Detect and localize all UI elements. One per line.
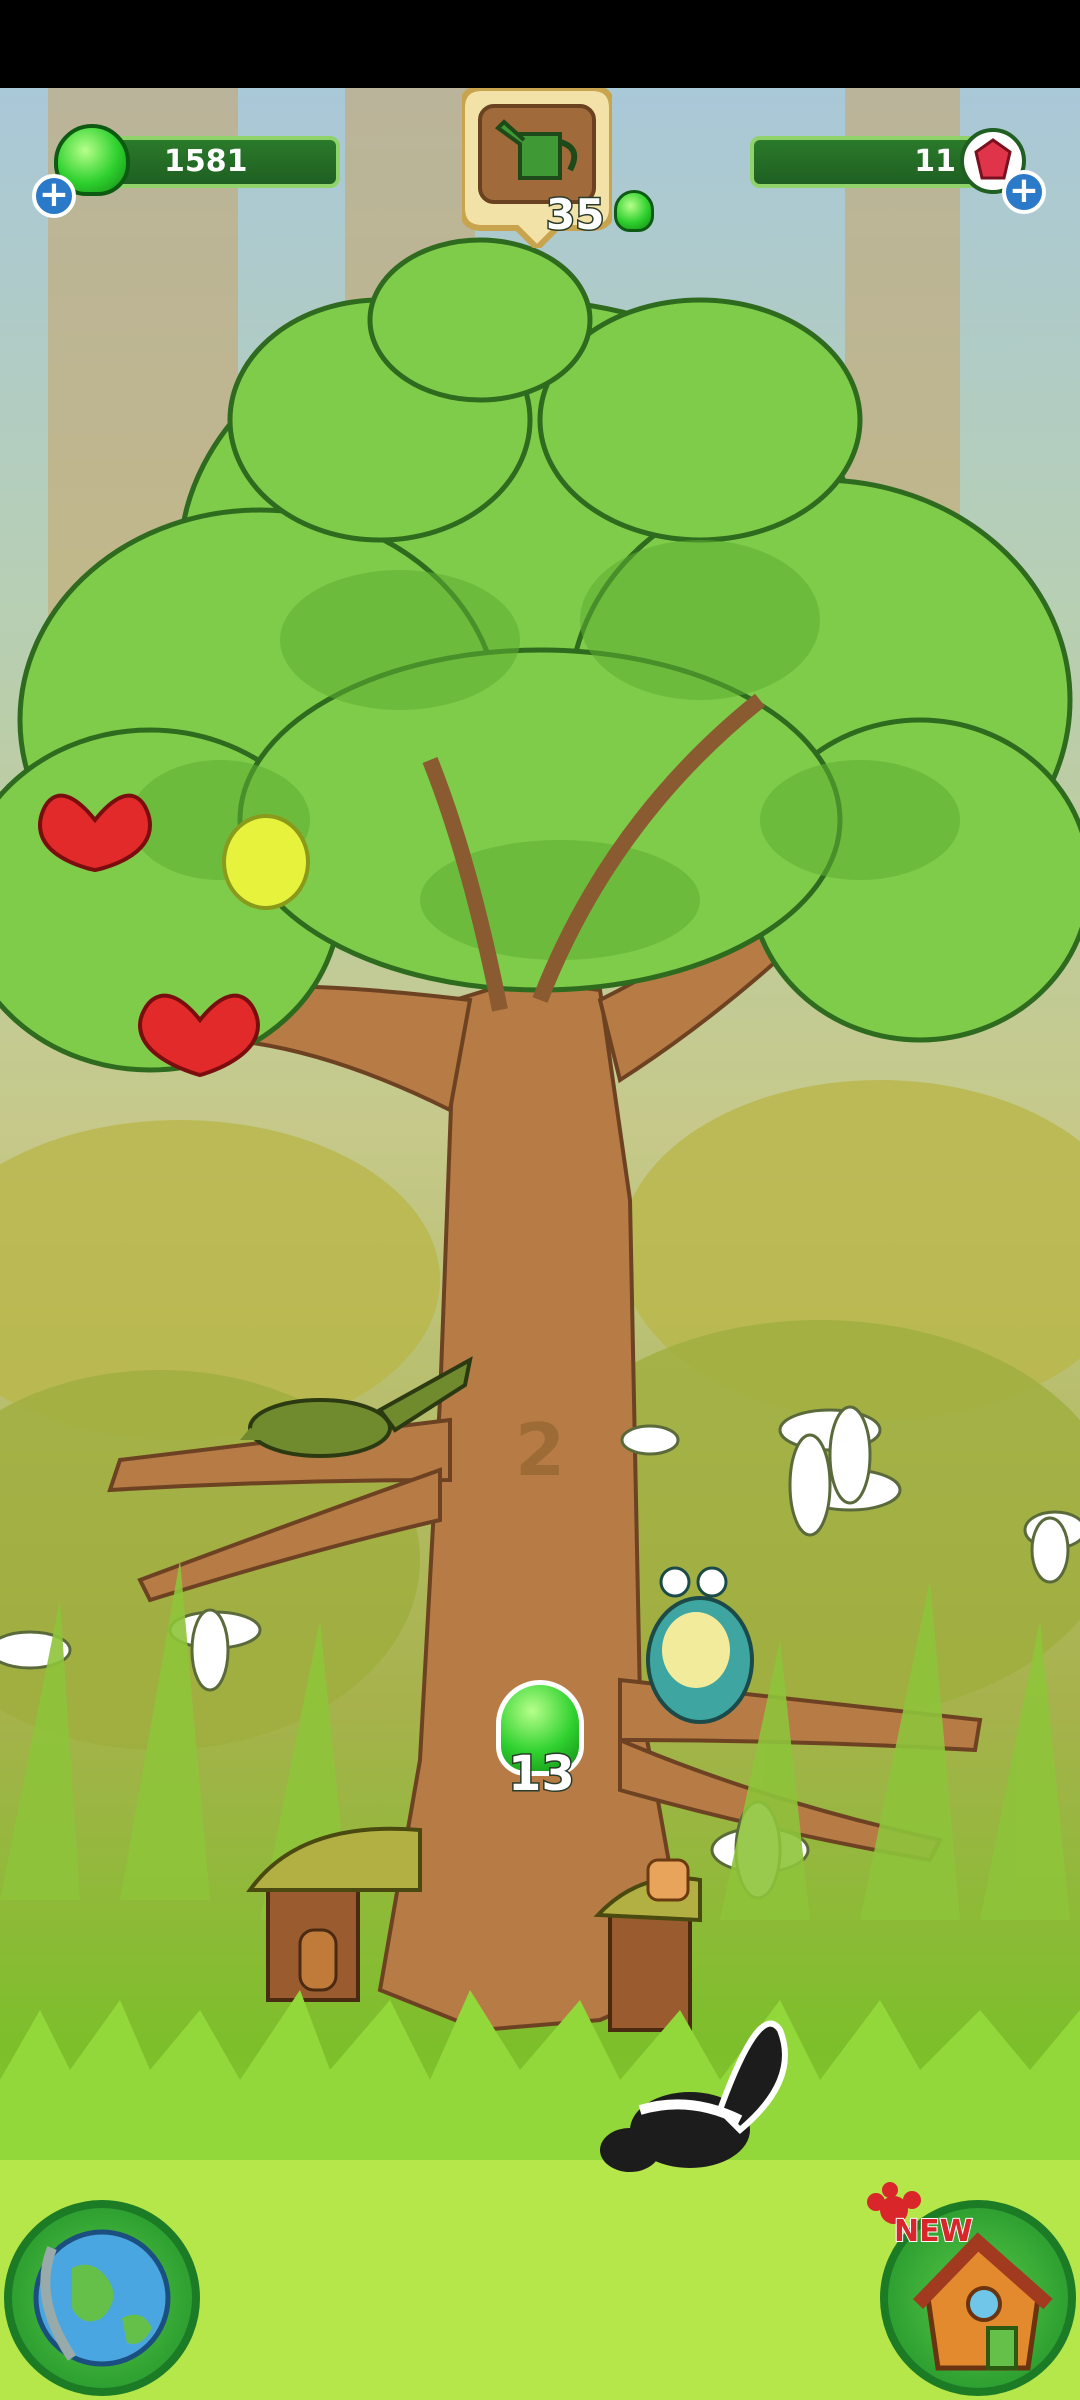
watering-cost-value: 35 xyxy=(544,189,605,241)
game-scene: 2 xyxy=(0,88,1080,2400)
watering-can-badge[interactable]: 35 xyxy=(459,85,654,253)
gem-count-value: 1581 xyxy=(164,144,248,179)
ruby-count-value: 11 xyxy=(914,144,956,179)
watering-can-icon xyxy=(490,114,584,194)
tree-level-number: 2 xyxy=(514,1408,566,1492)
new-badge: NEW xyxy=(854,2180,974,2270)
add-rubies-button[interactable]: + xyxy=(1002,170,1046,214)
new-badge-label: NEW xyxy=(893,2213,974,2250)
world-map-button[interactable] xyxy=(4,2200,200,2396)
gem-counter[interactable]: 1581 + xyxy=(30,120,350,220)
globe-icon xyxy=(33,2229,171,2367)
tree-scene-art xyxy=(0,237,1080,2400)
green-gem-icon xyxy=(614,190,654,232)
gem-count-pill: 1581 xyxy=(100,136,340,188)
tree-gem-drop-value: 13 xyxy=(507,1745,577,1804)
ruby-counter[interactable]: 11 + xyxy=(730,120,1060,220)
flower-icon xyxy=(620,1424,680,1456)
add-gems-button[interactable]: + xyxy=(32,174,76,218)
lemon-fruit-icon xyxy=(222,814,310,910)
status-bar xyxy=(0,0,1080,88)
tree-gem-drop[interactable]: 13 xyxy=(492,1680,588,1810)
